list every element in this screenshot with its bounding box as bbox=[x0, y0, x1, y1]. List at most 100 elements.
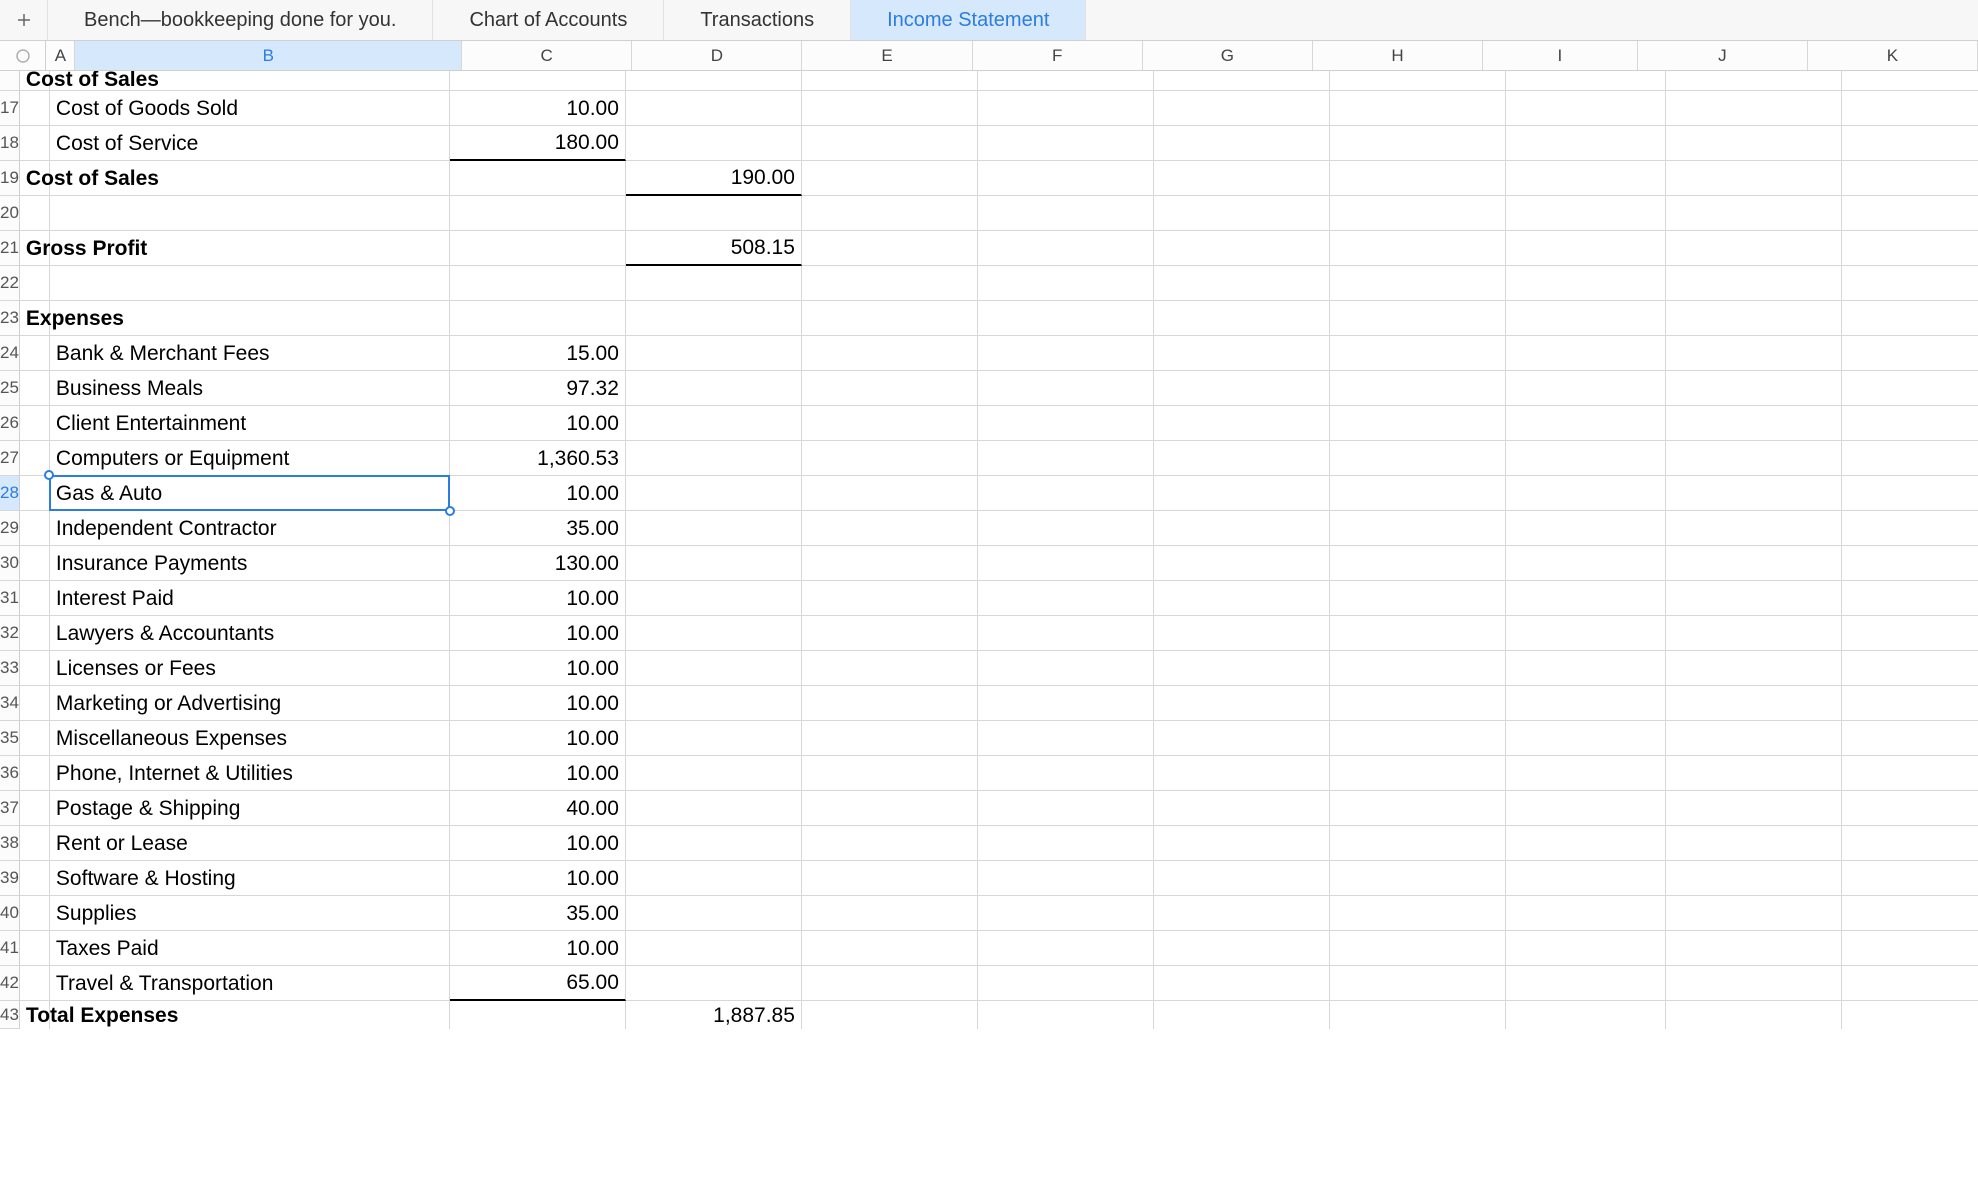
cell-E34[interactable] bbox=[802, 686, 978, 721]
cell-B22[interactable] bbox=[50, 266, 450, 301]
cell-H38[interactable] bbox=[1330, 826, 1506, 861]
row-header-20[interactable]: 20 bbox=[0, 196, 20, 231]
cell-D18[interactable] bbox=[626, 126, 802, 161]
cell-E19[interactable] bbox=[802, 161, 978, 196]
col-header-I[interactable]: I bbox=[1483, 41, 1638, 70]
row-header-31[interactable]: 31 bbox=[0, 581, 20, 616]
cell-H42[interactable] bbox=[1330, 966, 1506, 1001]
row-header-16[interactable] bbox=[0, 71, 20, 91]
cell-B20[interactable] bbox=[50, 196, 450, 231]
cell-F40[interactable] bbox=[978, 896, 1154, 931]
cell-C27[interactable]: 1,360.53 bbox=[450, 441, 626, 476]
cell-I23[interactable] bbox=[1506, 301, 1666, 336]
cell-B25[interactable]: Business Meals bbox=[50, 371, 450, 406]
cell-K37[interactable] bbox=[1842, 791, 1978, 826]
cell-B39[interactable]: Software & Hosting bbox=[50, 861, 450, 896]
cell-K40[interactable] bbox=[1842, 896, 1978, 931]
row-header-26[interactable]: 26 bbox=[0, 406, 20, 441]
cell-E43[interactable] bbox=[802, 1001, 978, 1029]
cell-A23[interactable]: Expenses bbox=[20, 301, 50, 336]
cell-B30[interactable]: Insurance Payments bbox=[50, 546, 450, 581]
row-header-32[interactable]: 32 bbox=[0, 616, 20, 651]
cell-G16[interactable] bbox=[1154, 71, 1330, 91]
cell-D29[interactable] bbox=[626, 511, 802, 546]
cell-J16[interactable] bbox=[1666, 71, 1842, 91]
cell-E33[interactable] bbox=[802, 651, 978, 686]
cell-G25[interactable] bbox=[1154, 371, 1330, 406]
cell-G43[interactable] bbox=[1154, 1001, 1330, 1029]
cell-F43[interactable] bbox=[978, 1001, 1154, 1029]
cell-C40[interactable]: 35.00 bbox=[450, 896, 626, 931]
cell-E20[interactable] bbox=[802, 196, 978, 231]
col-header-J[interactable]: J bbox=[1638, 41, 1808, 70]
cell-B18[interactable]: Cost of Service bbox=[50, 126, 450, 161]
cell-J36[interactable] bbox=[1666, 756, 1842, 791]
cell-A18[interactable] bbox=[20, 126, 50, 161]
cell-I41[interactable] bbox=[1506, 931, 1666, 966]
cell-A39[interactable] bbox=[20, 861, 50, 896]
cell-G35[interactable] bbox=[1154, 721, 1330, 756]
cell-F28[interactable] bbox=[978, 476, 1154, 511]
cell-J32[interactable] bbox=[1666, 616, 1842, 651]
cell-I34[interactable] bbox=[1506, 686, 1666, 721]
cell-F19[interactable] bbox=[978, 161, 1154, 196]
cell-I21[interactable] bbox=[1506, 231, 1666, 266]
cell-J28[interactable] bbox=[1666, 476, 1842, 511]
cell-J17[interactable] bbox=[1666, 91, 1842, 126]
cell-I26[interactable] bbox=[1506, 406, 1666, 441]
cell-A28[interactable] bbox=[20, 476, 50, 511]
cell-E25[interactable] bbox=[802, 371, 978, 406]
cell-C23[interactable] bbox=[450, 301, 626, 336]
cell-D21[interactable]: 508.15 bbox=[626, 231, 802, 266]
cell-K35[interactable] bbox=[1842, 721, 1978, 756]
cell-D30[interactable] bbox=[626, 546, 802, 581]
cell-E40[interactable] bbox=[802, 896, 978, 931]
cell-D31[interactable] bbox=[626, 581, 802, 616]
cell-J26[interactable] bbox=[1666, 406, 1842, 441]
col-header-F[interactable]: F bbox=[973, 41, 1143, 70]
tab-transactions[interactable]: Transactions bbox=[664, 0, 851, 40]
cell-B36[interactable]: Phone, Internet & Utilities bbox=[50, 756, 450, 791]
cell-G31[interactable] bbox=[1154, 581, 1330, 616]
cell-C20[interactable] bbox=[450, 196, 626, 231]
tab-bench[interactable]: Bench—bookkeeping done for you. bbox=[48, 0, 433, 40]
cell-F23[interactable] bbox=[978, 301, 1154, 336]
cell-D19[interactable]: 190.00 bbox=[626, 161, 802, 196]
cell-E36[interactable] bbox=[802, 756, 978, 791]
cell-K25[interactable] bbox=[1842, 371, 1978, 406]
row-header-35[interactable]: 35 bbox=[0, 721, 20, 756]
cell-I42[interactable] bbox=[1506, 966, 1666, 1001]
row-header-22[interactable]: 22 bbox=[0, 266, 20, 301]
cell-K33[interactable] bbox=[1842, 651, 1978, 686]
cell-F34[interactable] bbox=[978, 686, 1154, 721]
cell-H18[interactable] bbox=[1330, 126, 1506, 161]
cell-D23[interactable] bbox=[626, 301, 802, 336]
cell-J23[interactable] bbox=[1666, 301, 1842, 336]
cell-E24[interactable] bbox=[802, 336, 978, 371]
cell-G19[interactable] bbox=[1154, 161, 1330, 196]
cell-A25[interactable] bbox=[20, 371, 50, 406]
cell-A17[interactable] bbox=[20, 91, 50, 126]
cell-E32[interactable] bbox=[802, 616, 978, 651]
cell-B33[interactable]: Licenses or Fees bbox=[50, 651, 450, 686]
col-header-B[interactable]: B bbox=[75, 41, 462, 70]
cell-E41[interactable] bbox=[802, 931, 978, 966]
cell-J33[interactable] bbox=[1666, 651, 1842, 686]
cell-H35[interactable] bbox=[1330, 721, 1506, 756]
cell-H23[interactable] bbox=[1330, 301, 1506, 336]
cell-B26[interactable]: Client Entertainment bbox=[50, 406, 450, 441]
row-header-23[interactable]: 23 bbox=[0, 301, 20, 336]
cell-C24[interactable]: 15.00 bbox=[450, 336, 626, 371]
row-header-38[interactable]: 38 bbox=[0, 826, 20, 861]
row-header-37[interactable]: 37 bbox=[0, 791, 20, 826]
cell-D16[interactable] bbox=[626, 71, 802, 91]
cell-C17[interactable]: 10.00 bbox=[450, 91, 626, 126]
cell-A26[interactable] bbox=[20, 406, 50, 441]
cell-K32[interactable] bbox=[1842, 616, 1978, 651]
cell-C25[interactable]: 97.32 bbox=[450, 371, 626, 406]
cell-G23[interactable] bbox=[1154, 301, 1330, 336]
cell-D35[interactable] bbox=[626, 721, 802, 756]
cell-A41[interactable] bbox=[20, 931, 50, 966]
cell-A29[interactable] bbox=[20, 511, 50, 546]
cell-A27[interactable] bbox=[20, 441, 50, 476]
